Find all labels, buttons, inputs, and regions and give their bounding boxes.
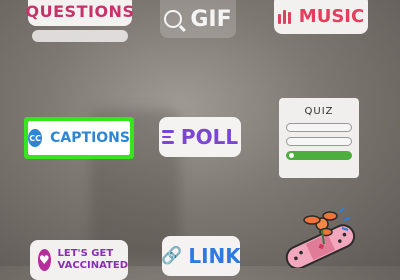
poll-sticker[interactable]: POLL [159, 117, 241, 157]
questions-sticker[interactable]: QUESTIONS [25, 0, 135, 26]
vaccinated-text: LET'S GET VACCINATED [58, 248, 128, 272]
bandage-sticker[interactable] [278, 206, 362, 268]
questions-label: QUESTIONS [25, 1, 135, 21]
heart-icon: ♥ [38, 249, 51, 271]
poll-lines-icon [161, 130, 174, 144]
music-bars-icon [277, 8, 293, 24]
vaccinated-sticker[interactable]: ♥ LET'S GET VACCINATED [30, 240, 128, 280]
check-icon [289, 153, 294, 158]
link-icon: 🔗 [161, 246, 183, 266]
cc-icon: CC [28, 129, 43, 147]
stack-layer [32, 30, 128, 42]
quiz-sticker[interactable]: QUIZ [279, 98, 359, 178]
gif-sticker[interactable]: GIF [160, 0, 236, 38]
gif-label: GIF [190, 6, 232, 32]
music-sticker[interactable]: MUSIC [274, 0, 368, 34]
music-label: MUSIC [298, 5, 365, 27]
captions-sticker[interactable]: CC CAPTIONS [28, 121, 130, 155]
quiz-option [286, 123, 352, 132]
quiz-option [286, 137, 352, 146]
captions-label: CAPTIONS [50, 130, 130, 146]
quiz-correct-option [286, 151, 352, 160]
quiz-title: QUIZ [304, 106, 334, 117]
link-sticker[interactable]: 🔗 LINK [161, 236, 241, 276]
link-label: LINK [188, 244, 241, 268]
search-icon [164, 10, 183, 28]
questions-sticker-stack[interactable]: QUESTIONS [25, 0, 135, 42]
vaccinated-line1: LET'S GET [57, 248, 114, 259]
poll-label: POLL [180, 125, 239, 149]
